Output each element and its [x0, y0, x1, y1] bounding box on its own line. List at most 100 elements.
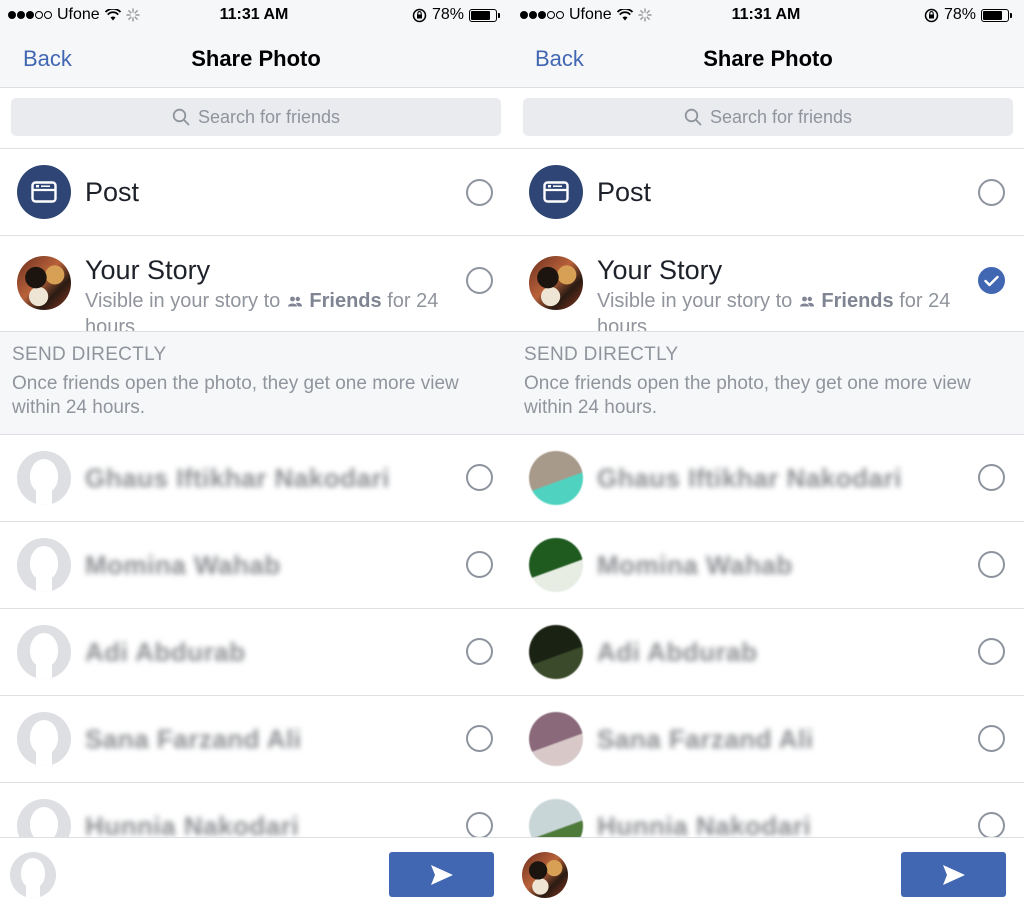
search-input[interactable]: Search for friends [11, 98, 501, 136]
signal-dots-icon [8, 11, 52, 19]
friend-avatar [17, 538, 71, 592]
search-input[interactable]: Search for friends [523, 98, 1013, 136]
story-radio[interactable] [466, 267, 493, 294]
send-directly-header: SEND DIRECTLY Once friends open the phot… [512, 332, 1024, 435]
screens-container: Ufone 11:31 AM 78% Back Share Photo Sear… [0, 0, 1024, 911]
friend-row[interactable]: Ghaus Iftikhar Nakodari [512, 435, 1024, 522]
friend-radio[interactable] [466, 725, 493, 752]
friend-avatar [17, 625, 71, 679]
option-post[interactable]: Post [0, 149, 512, 236]
battery-percent: 78% [943, 6, 976, 23]
friend-name: Sana Farzand Ali [85, 723, 302, 754]
option-your-story[interactable]: Your Story Visible in your story to Frie… [0, 236, 512, 332]
navigation-bar: Back Share Photo [0, 30, 512, 88]
friend-list: Ghaus Iftikhar Nakodari Momina Wahab Adi A… [512, 435, 1024, 870]
send-button[interactable] [901, 852, 1006, 897]
audience-label[interactable]: Friends [821, 290, 893, 312]
section-description: Once friends open the photo, they get on… [12, 373, 459, 418]
friend-name: Adi Abdurab [85, 636, 246, 667]
friend-row[interactable]: Ghaus Iftikhar Nakodari [0, 435, 512, 522]
story-title: Your Story [597, 255, 723, 285]
send-button[interactable] [389, 852, 494, 897]
friends-icon [799, 296, 814, 307]
friend-name: Ghaus Iftikhar Nakodari [597, 462, 902, 493]
friend-radio[interactable] [466, 551, 493, 578]
story-avatar [17, 256, 71, 310]
search-icon [684, 108, 702, 126]
navigation-bar: Back Share Photo [512, 30, 1024, 88]
friend-row[interactable]: Sana Farzand Ali [0, 696, 512, 783]
send-icon [430, 864, 453, 885]
rotation-lock-icon [924, 8, 939, 22]
search-placeholder: Search for friends [709, 106, 853, 127]
friend-radio[interactable] [978, 725, 1005, 752]
friend-row[interactable]: Sana Farzand Ali [512, 696, 1024, 783]
carrier-name: Ufone [57, 6, 100, 23]
post-radio[interactable] [978, 179, 1005, 206]
friend-name: Momina Wahab [85, 549, 281, 580]
friend-avatar [529, 451, 583, 505]
option-your-story[interactable]: Your Story Visible in your story to Frie… [512, 236, 1024, 332]
post-label: Post [85, 176, 140, 207]
friend-name: Adi Abdurab [597, 636, 758, 667]
status-bar: Ufone 11:31 AM 78% [512, 0, 1024, 30]
battery-icon [469, 8, 500, 22]
friend-row[interactable]: Momina Wahab [0, 522, 512, 609]
friend-name: Momina Wahab [597, 549, 793, 580]
friend-radio[interactable] [466, 464, 493, 491]
screen-after: Ufone 11:31 AM 78% Back Share Photo Sear… [512, 0, 1024, 911]
story-visibility-text: Visible in your story to Friends for 24 … [85, 290, 439, 332]
page-title: Share Photo [191, 45, 321, 71]
friend-radio[interactable] [978, 812, 1005, 839]
story-avatar [529, 256, 583, 310]
post-label: Post [597, 176, 652, 207]
friend-avatar [529, 538, 583, 592]
post-radio[interactable] [466, 179, 493, 206]
battery-percent: 78% [431, 6, 464, 23]
friend-name: Ghaus Iftikhar Nakodari [85, 462, 390, 493]
back-button[interactable]: Back [23, 46, 72, 72]
friend-avatar [17, 712, 71, 766]
friend-list: Ghaus Iftikhar Nakodari Momina Wahab Adi A… [0, 435, 512, 870]
friend-avatar [529, 712, 583, 766]
checkmark-icon [984, 275, 999, 286]
story-radio[interactable] [978, 267, 1005, 294]
search-icon [172, 108, 190, 126]
section-title: SEND DIRECTLY [12, 344, 167, 365]
status-time: 11:31 AM [731, 6, 801, 23]
wifi-icon [616, 9, 633, 21]
battery-icon [981, 8, 1012, 22]
option-post[interactable]: Post [512, 149, 1024, 236]
section-title: SEND DIRECTLY [524, 344, 679, 365]
friend-radio[interactable] [466, 812, 493, 839]
activity-spinner-icon [126, 8, 140, 22]
friend-radio[interactable] [466, 638, 493, 665]
screen-before: Ufone 11:31 AM 78% Back Share Photo Sear… [0, 0, 512, 911]
search-placeholder: Search for friends [197, 106, 341, 127]
bottom-bar [512, 837, 1024, 911]
send-directly-header: SEND DIRECTLY Once friends open the phot… [0, 332, 512, 435]
friend-radio[interactable] [978, 551, 1005, 578]
friend-row[interactable]: Adi Abdurab [512, 609, 1024, 696]
friend-row[interactable]: Momina Wahab [512, 522, 1024, 609]
friend-radio[interactable] [978, 638, 1005, 665]
status-bar: Ufone 11:31 AM 78% [0, 0, 512, 30]
rotation-lock-icon [412, 8, 427, 22]
friend-avatar [529, 625, 583, 679]
bottom-bar [0, 837, 512, 911]
back-button[interactable]: Back [535, 46, 584, 72]
friend-name: Sana Farzand Ali [597, 723, 814, 754]
friend-row[interactable]: Adi Abdurab [0, 609, 512, 696]
friends-icon [287, 296, 302, 307]
post-icon [17, 165, 71, 219]
carrier-name: Ufone [569, 6, 612, 23]
audience-label[interactable]: Friends [309, 290, 381, 312]
activity-spinner-icon [638, 8, 652, 22]
friend-radio[interactable] [978, 464, 1005, 491]
send-icon [942, 864, 965, 885]
wifi-icon [104, 9, 121, 21]
signal-dots-icon [520, 11, 564, 19]
status-time: 11:31 AM [219, 6, 289, 23]
section-description: Once friends open the photo, they get on… [524, 373, 971, 418]
story-visibility-text: Visible in your story to Friends for 24 … [597, 290, 951, 332]
